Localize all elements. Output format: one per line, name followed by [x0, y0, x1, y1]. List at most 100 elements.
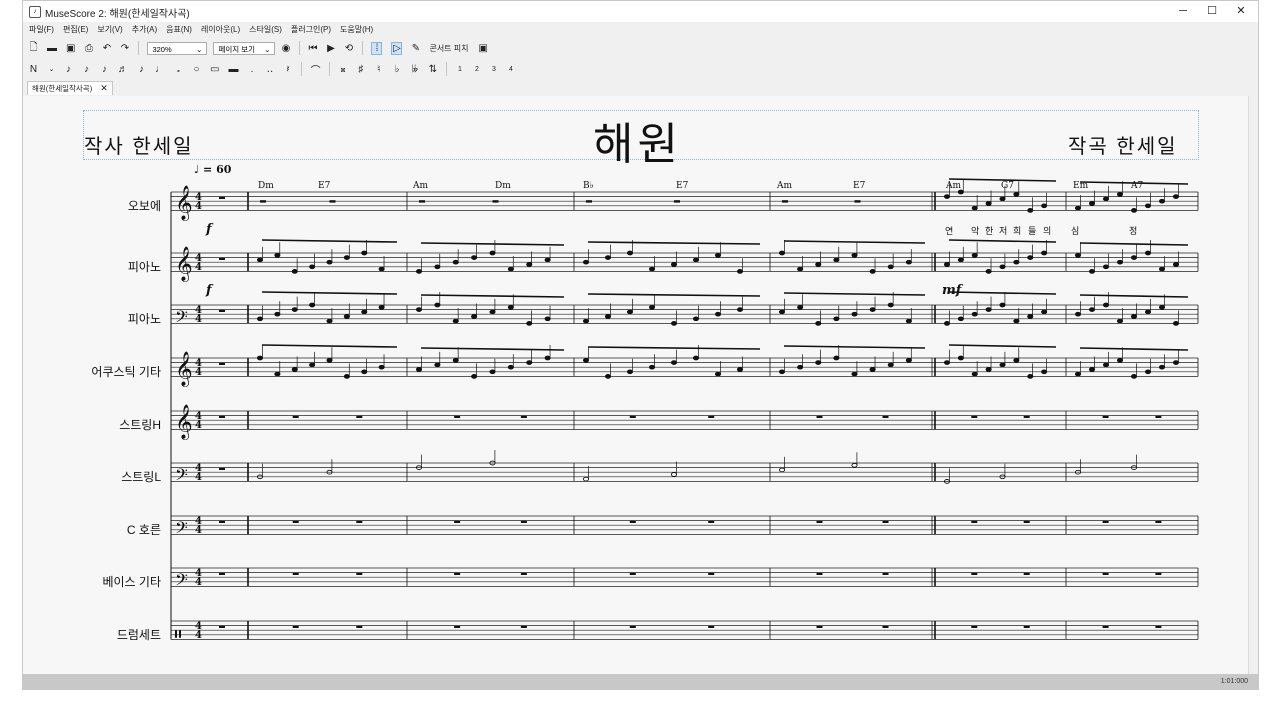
menu-edit[interactable]: 편집(E): [61, 22, 95, 36]
note-head: [999, 196, 1006, 202]
mixer-dial-icon[interactable]: ◉: [281, 43, 291, 54]
edit-pen-icon[interactable]: ✎: [411, 43, 420, 54]
chevron-down-icon[interactable]: ⌄: [47, 65, 56, 73]
concert-pitch-button[interactable]: 콘서트 피치: [429, 43, 468, 54]
voice-1-button[interactable]: 1: [455, 66, 464, 73]
sharp-icon[interactable]: ♯: [356, 64, 365, 75]
menu-layout[interactable]: 레이아웃(L): [199, 22, 247, 36]
camera-icon[interactable]: ▣: [478, 43, 487, 54]
note-16th-icon[interactable]: ♬: [118, 64, 128, 75]
tie-icon[interactable]: ⌒: [310, 62, 320, 77]
note-head: [1130, 374, 1138, 379]
print-icon[interactable]: ⎙: [84, 43, 93, 54]
note-breve-icon[interactable]: ▭: [210, 64, 219, 75]
double-sharp-icon[interactable]: 𝄪: [338, 64, 347, 75]
note-64th-icon[interactable]: ♪: [82, 64, 91, 75]
pickup-rest: [219, 415, 225, 418]
note-head: [604, 255, 612, 260]
note-head: [1041, 309, 1048, 315]
measure-rest: [1155, 415, 1162, 418]
redo-icon[interactable]: ↷: [120, 43, 129, 54]
menu-view[interactable]: 보기(V): [95, 22, 129, 36]
rewind-icon[interactable]: ⏮: [308, 43, 317, 54]
note-beam: [783, 292, 926, 296]
note-beam: [948, 291, 1057, 295]
clef-symbol: 𝄢: [175, 464, 188, 488]
measure-rest: [882, 625, 889, 628]
note-128th-icon[interactable]: ♪: [64, 64, 73, 75]
menu-file[interactable]: 파일(F): [27, 22, 61, 36]
menu-notes[interactable]: 음표(N): [164, 22, 199, 36]
note-head: [1074, 311, 1082, 317]
measure-rest: [816, 415, 823, 418]
undo-icon[interactable]: ↶: [102, 43, 111, 54]
note-head: [378, 304, 385, 310]
flip-direction-icon[interactable]: ⇅: [428, 64, 437, 75]
pickup-rest: [219, 572, 225, 575]
note-head: [1013, 191, 1020, 197]
measure-rest: [520, 625, 527, 628]
pickup-rest: [219, 362, 225, 365]
note-head: [1074, 371, 1082, 377]
double-dot-icon[interactable]: ‥: [265, 64, 274, 75]
note-longa-icon[interactable]: ▬: [228, 64, 238, 75]
note-head: [434, 362, 441, 368]
menu-style[interactable]: 스타일(S): [247, 22, 289, 36]
voice-3-button[interactable]: 3: [489, 66, 498, 73]
new-file-icon[interactable]: 🗋: [29, 40, 38, 57]
note-beam: [1079, 242, 1189, 246]
note-eighth-icon[interactable]: ♪: [137, 64, 146, 75]
voice-4-button[interactable]: 4: [506, 66, 515, 73]
vertical-scrollbar[interactable]: [1248, 96, 1258, 674]
note-head: [309, 362, 316, 368]
loop-icon[interactable]: ⟲: [344, 43, 353, 54]
maximize-button[interactable]: ☐: [1197, 3, 1227, 20]
note-whole-icon[interactable]: ○: [192, 64, 201, 75]
zoom-select[interactable]: 320% ⌄: [147, 41, 208, 55]
measure-rest: [1102, 415, 1109, 418]
menu-add[interactable]: 추가(A): [130, 22, 164, 36]
natural-icon[interactable]: ♮: [374, 64, 383, 75]
note-beam: [261, 291, 398, 295]
note-head: [415, 269, 423, 274]
measure-rest: [356, 625, 363, 628]
close-icon[interactable]: ✕: [100, 82, 108, 95]
note-32nd-icon[interactable]: ♪: [100, 64, 109, 75]
measure-rest: [971, 520, 978, 523]
voice-2-button[interactable]: 2: [472, 66, 481, 73]
note-head: [434, 302, 441, 308]
save-icon[interactable]: ▣: [66, 43, 75, 54]
note-head: [526, 262, 533, 267]
note-head: [526, 321, 533, 326]
double-flat-icon[interactable]: 𝄫: [410, 64, 419, 75]
minimize-button[interactable]: ─: [1168, 3, 1198, 20]
note-head: [343, 314, 350, 319]
playback-panel-icon[interactable]: ▷: [391, 41, 403, 55]
note-head: [415, 307, 423, 312]
note-head: [1130, 314, 1138, 319]
note-head: [361, 369, 368, 375]
augmentation-dot-icon[interactable]: .: [247, 64, 256, 75]
score-tab-label: 해원(한세일작사곡): [32, 84, 93, 93]
note-quarter-icon[interactable]: ♩: [155, 64, 165, 75]
rest-icon[interactable]: 𝄽: [283, 64, 292, 75]
close-button[interactable]: ✕: [1226, 3, 1256, 20]
note-input-mode-icon[interactable]: N: [29, 64, 38, 75]
view-mode-select[interactable]: 페이지 보기 ⌄: [213, 41, 276, 55]
menu-plugins[interactable]: 플러그인(P): [289, 22, 338, 36]
flat-icon[interactable]: ♭: [392, 64, 401, 75]
metronome-toggle-icon[interactable]: ⁞: [371, 41, 383, 55]
measure-rest: [260, 200, 266, 203]
note-head: [1027, 255, 1034, 260]
play-icon[interactable]: ▶: [326, 43, 335, 54]
score-canvas[interactable]: 해원 작사 한세일 작곡 한세일 ♩ = 60 오보에 피아노 피아노 어쿠스틱…: [23, 96, 1248, 674]
toolbar-separator: [329, 62, 331, 76]
open-folder-icon[interactable]: ▬: [47, 43, 57, 54]
menu-help[interactable]: 도움말(H): [338, 22, 380, 36]
note-head: [1116, 357, 1124, 363]
note-half-icon[interactable]: 𝅗: [174, 64, 183, 75]
measure-rest: [1023, 415, 1030, 418]
score-staves[interactable]: 𝄞 44𝄞 44𝄢 44𝄞 44𝄞 44𝄢 44𝄢 44𝄢 44𝄥 44: [23, 96, 1248, 674]
note-head: [361, 309, 368, 315]
score-tab[interactable]: 해원(한세일작사곡) ✕: [27, 81, 113, 95]
